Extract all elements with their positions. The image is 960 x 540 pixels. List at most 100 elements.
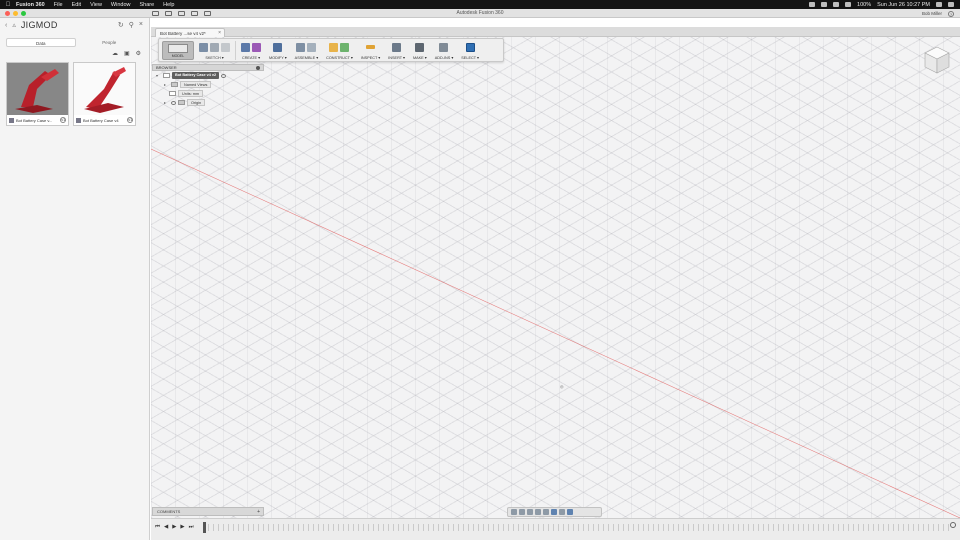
select-group[interactable]: SELECT ▾ bbox=[458, 41, 482, 60]
display-settings-icon[interactable] bbox=[551, 509, 557, 515]
search-icon[interactable] bbox=[936, 2, 942, 7]
assemble-group[interactable]: ASSEMBLE ▾ bbox=[292, 41, 321, 60]
new-component-icon[interactable] bbox=[296, 42, 306, 52]
zoom-icon[interactable] bbox=[535, 509, 541, 515]
orbit-icon[interactable] bbox=[511, 509, 517, 515]
create-group[interactable]: CREATE ▾ bbox=[238, 41, 264, 60]
joint-icon[interactable] bbox=[307, 42, 317, 52]
select-arrow-icon[interactable] bbox=[465, 42, 475, 52]
bluetooth-icon[interactable] bbox=[821, 2, 828, 7]
addins-group[interactable]: ADD-INS ▾ bbox=[432, 41, 457, 60]
view-cube-icon[interactable] bbox=[922, 44, 952, 76]
tab-people[interactable]: People bbox=[76, 38, 144, 47]
timeline-marker[interactable] bbox=[203, 522, 206, 533]
viewports-icon[interactable] bbox=[567, 509, 573, 515]
close-tab-icon[interactable]: × bbox=[218, 30, 221, 36]
create-menu[interactable]: CREATE ▾ bbox=[242, 55, 260, 60]
step-forward-icon[interactable]: ▶ bbox=[180, 524, 184, 531]
pin-icon[interactable] bbox=[256, 65, 260, 70]
browser-item-label[interactable]: Named Views bbox=[180, 81, 212, 88]
make-menu[interactable]: MAKE ▾ bbox=[413, 55, 427, 60]
look-at-icon[interactable] bbox=[519, 509, 525, 515]
make-group[interactable]: MAKE ▾ bbox=[410, 41, 430, 60]
browser-item-units[interactable]: Units: mm bbox=[152, 89, 264, 98]
create-form-icon[interactable] bbox=[252, 42, 261, 52]
apple-menu-icon[interactable]:  bbox=[0, 2, 16, 8]
document-tab[interactable]: Bot Battery ...se v4 v2* × bbox=[155, 28, 225, 37]
assemble-menu[interactable]: ASSEMBLE ▾ bbox=[295, 55, 318, 60]
browser-header[interactable]: BROWSER bbox=[152, 64, 264, 71]
create-sketch-icon[interactable] bbox=[199, 42, 208, 52]
menu-file[interactable]: File bbox=[54, 2, 63, 8]
project-tree-icon[interactable]: ▵ bbox=[12, 21, 16, 29]
extrude-icon[interactable] bbox=[241, 42, 250, 52]
browser-item-named-views[interactable]: ▸ Named Views bbox=[152, 80, 264, 89]
offset-plane-icon[interactable] bbox=[329, 42, 339, 52]
back-arrow-icon[interactable]: ‹ bbox=[5, 22, 7, 29]
pan-icon[interactable] bbox=[527, 509, 533, 515]
expand-arrow-icon[interactable]: ▸ bbox=[164, 82, 169, 87]
volume-icon[interactable] bbox=[845, 2, 852, 7]
go-to-start-icon[interactable]: ⏮ bbox=[155, 524, 160, 531]
browser-item-origin[interactable]: ▸ Origin bbox=[152, 98, 264, 107]
visibility-eye-icon[interactable] bbox=[171, 100, 176, 105]
design-card[interactable]: Bot Battery Case v4 V1 bbox=[73, 62, 136, 126]
modify-menu[interactable]: MODIFY ▾ bbox=[269, 55, 287, 60]
new-folder-icon[interactable]: ▣ bbox=[124, 50, 130, 57]
select-menu[interactable]: SELECT ▾ bbox=[461, 55, 479, 60]
timeline-settings-icon[interactable] bbox=[950, 522, 956, 528]
activate-radio-icon[interactable] bbox=[221, 73, 227, 78]
plane-icon[interactable] bbox=[340, 42, 350, 52]
wifi-icon[interactable] bbox=[833, 2, 840, 7]
construct-group[interactable]: CONSTRUCT ▾ bbox=[323, 41, 356, 60]
file-menu-icon[interactable] bbox=[165, 11, 172, 16]
user-name[interactable]: Bob Miller bbox=[922, 11, 942, 16]
go-to-end-icon[interactable]: ⏭ bbox=[189, 524, 194, 531]
menu-share[interactable]: Share bbox=[139, 2, 154, 8]
sketch-menu[interactable]: SKETCH ▾ bbox=[205, 55, 223, 60]
menu-help[interactable]: Help bbox=[163, 2, 174, 8]
version-badge[interactable]: V1 bbox=[60, 117, 66, 123]
timeline-track[interactable] bbox=[203, 524, 953, 531]
comments-bar[interactable]: COMMENTS + bbox=[152, 507, 264, 516]
3d-print-icon[interactable] bbox=[415, 42, 425, 52]
menu-window[interactable]: Window bbox=[111, 2, 131, 8]
stop-sketch-icon[interactable] bbox=[221, 42, 230, 52]
sketch-arc-icon[interactable] bbox=[210, 42, 219, 52]
dropbox-icon[interactable] bbox=[809, 2, 816, 7]
fit-icon[interactable] bbox=[543, 509, 549, 515]
measure-icon[interactable] bbox=[366, 45, 376, 49]
browser-item-label[interactable]: Origin bbox=[187, 99, 206, 106]
press-pull-icon[interactable] bbox=[273, 42, 283, 52]
step-back-icon[interactable]: ◀ bbox=[164, 524, 168, 531]
add-comment-icon[interactable]: + bbox=[257, 509, 260, 515]
data-panel-icon[interactable] bbox=[152, 11, 159, 16]
clock[interactable]: Sun Jun 26 10:27 PM bbox=[877, 2, 930, 8]
refresh-icon[interactable]: ↻ bbox=[118, 21, 124, 29]
sketch-group[interactable]: SKETCH ▾ bbox=[196, 41, 233, 60]
addins-menu[interactable]: ADD-INS ▾ bbox=[435, 55, 454, 60]
close-panel-icon[interactable]: × bbox=[139, 21, 143, 29]
play-icon[interactable]: ▶ bbox=[172, 524, 176, 531]
undo-icon[interactable] bbox=[191, 11, 198, 16]
help-icon[interactable]: ? bbox=[948, 10, 954, 17]
version-badge[interactable]: V1 bbox=[127, 117, 133, 123]
insert-menu[interactable]: INSERT ▾ bbox=[388, 55, 405, 60]
settings-gear-icon[interactable]: ⚙ bbox=[136, 50, 141, 57]
browser-item-label[interactable]: Units: mm bbox=[178, 90, 204, 97]
browser-root-row[interactable]: ▾ Bot Battery Case v4 v2 bbox=[152, 71, 264, 80]
notification-icon[interactable] bbox=[948, 2, 954, 7]
inspect-group[interactable]: INSPECT ▾ bbox=[358, 41, 383, 60]
workspace-switcher[interactable]: MODEL bbox=[162, 41, 194, 60]
battery-percent[interactable]: 100% bbox=[857, 2, 871, 8]
search-icon[interactable]: ⚲ bbox=[129, 21, 134, 29]
browser-root-label[interactable]: Bot Battery Case v4 v2 bbox=[172, 72, 220, 79]
design-canvas[interactable] bbox=[151, 37, 960, 518]
menu-app-name[interactable]: Fusion 360 bbox=[16, 2, 45, 8]
inspect-menu[interactable]: INSPECT ▾ bbox=[361, 55, 380, 60]
redo-icon[interactable] bbox=[204, 11, 211, 16]
grid-settings-icon[interactable] bbox=[559, 509, 565, 515]
menu-view[interactable]: View bbox=[90, 2, 102, 8]
collapse-arrow-icon[interactable]: ▾ bbox=[156, 73, 161, 78]
construct-menu[interactable]: CONSTRUCT ▾ bbox=[326, 55, 353, 60]
